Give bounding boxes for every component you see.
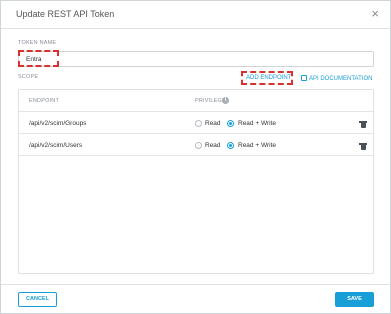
read-write-radio[interactable] (227, 120, 234, 127)
table-header: ENDPOINT PRIVILEGE i (19, 90, 373, 112)
table-row: /api/v2/scim/Users Read Read + Write (19, 134, 373, 156)
endpoint-path: /api/v2/scim/Users (29, 142, 83, 149)
cancel-button[interactable]: CANCEL (18, 292, 57, 307)
close-icon[interactable]: × (371, 7, 379, 20)
add-endpoint-link[interactable]: ADD ENDPOINT (246, 75, 291, 81)
info-icon[interactable]: i (222, 97, 229, 104)
dialog-footer (1, 284, 390, 314)
read-write-radio[interactable] (227, 142, 234, 149)
dialog-header: Update REST API Token × (1, 1, 390, 29)
read-write-radio-label: Read + Write (238, 142, 276, 149)
dialog-title: Update REST API Token (16, 9, 115, 19)
save-button[interactable]: SAVE (335, 292, 374, 307)
read-radio[interactable] (195, 142, 202, 149)
endpoint-path: /api/v2/scim/Groups (29, 120, 87, 127)
token-name-label: TOKEN NAME (18, 40, 57, 46)
read-write-radio-label: Read + Write (238, 120, 276, 127)
read-radio-label: Read (205, 120, 221, 127)
api-documentation-link[interactable]: API DOCUMENTATION (301, 75, 372, 82)
table-row: /api/v2/scim/Groups Read Read + Write (19, 112, 373, 134)
token-name-input[interactable] (18, 51, 374, 67)
read-radio[interactable] (195, 120, 202, 127)
update-token-dialog: Update REST API Token × TOKEN NAME SCOPE… (0, 0, 391, 314)
scope-label: SCOPE (18, 74, 39, 80)
trash-icon[interactable] (359, 121, 367, 128)
api-documentation-label: API DOCUMENTATION (309, 76, 373, 82)
trash-icon[interactable] (359, 143, 367, 150)
endpoints-table: ENDPOINT PRIVILEGE i /api/v2/scim/Groups… (18, 89, 374, 274)
external-link-icon (301, 75, 307, 81)
column-header-endpoint: ENDPOINT (29, 98, 60, 104)
read-radio-label: Read (205, 142, 221, 149)
